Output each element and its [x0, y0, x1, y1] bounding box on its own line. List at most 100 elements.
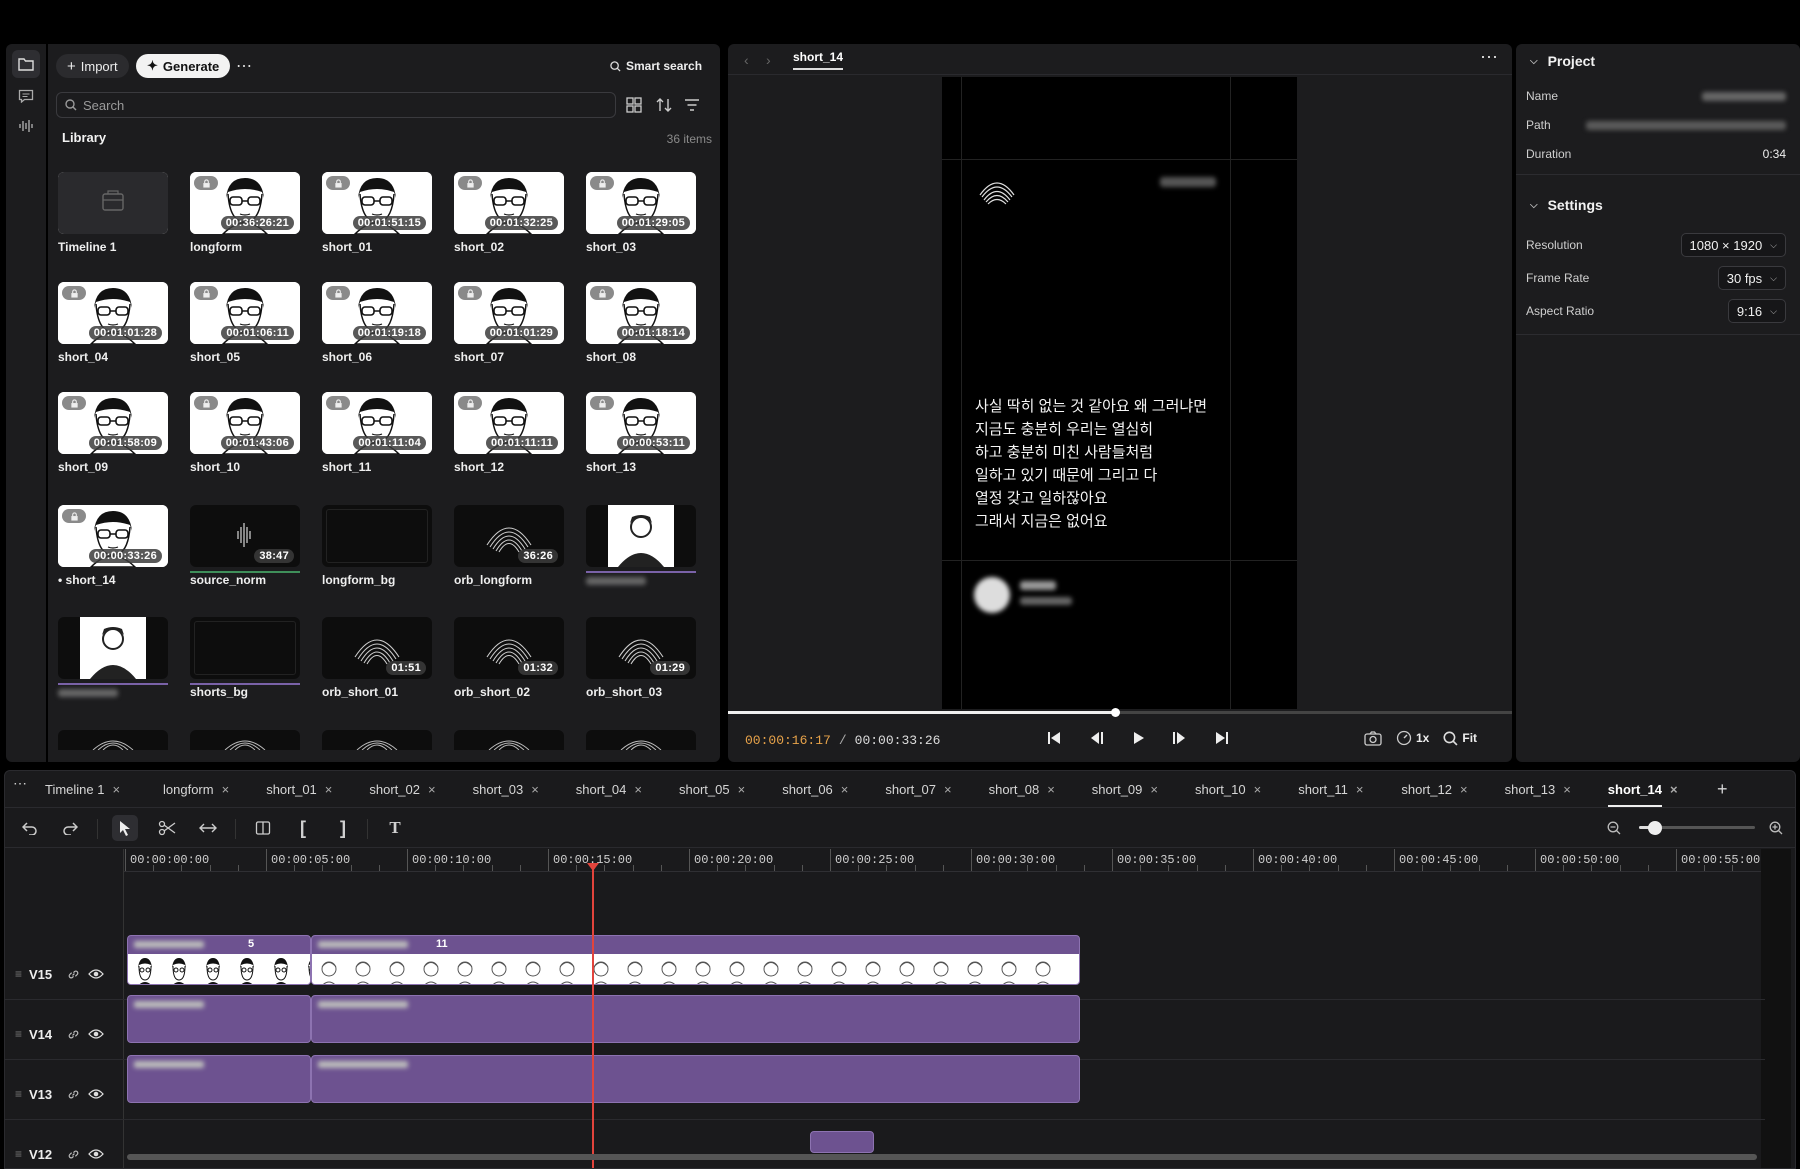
library-tile[interactable]: 00:01:51:15 short_01: [322, 172, 432, 254]
resolution-select[interactable]: 1080 × 1920 ⌵: [1680, 233, 1786, 257]
library-tile[interactable]: 01:29 orb_short_03: [586, 617, 696, 699]
back-icon[interactable]: ‹: [744, 52, 749, 68]
library-tile[interactable]: 01:51 orb_short_01: [322, 617, 432, 699]
add-tab-button[interactable]: +: [1717, 777, 1728, 801]
playhead-handle[interactable]: [587, 863, 600, 871]
zoom-out-icon[interactable]: [1607, 821, 1621, 840]
link-icon[interactable]: [67, 1148, 80, 1161]
library-tile[interactable]: 01:32 orb_short_02: [454, 617, 564, 699]
settings-section-header[interactable]: ⌵ Settings: [1530, 197, 1603, 213]
close-icon[interactable]: ×: [1047, 782, 1055, 797]
tab-short_13[interactable]: short_13 ×: [1505, 777, 1571, 801]
library-tile[interactable]: 00:01:06:11 short_05: [190, 282, 300, 364]
library-tile[interactable]: 00:01:19:18 short_06: [322, 282, 432, 364]
import-button[interactable]: + Import: [56, 54, 129, 78]
grid-view-icon[interactable]: [623, 94, 645, 116]
library-tile[interactable]: longform_bg: [322, 505, 432, 587]
library-tile[interactable]: [58, 617, 168, 700]
library-tile[interactable]: 00:01:29:05 short_03: [586, 172, 696, 254]
scrubber-handle[interactable]: [1110, 708, 1120, 717]
horizontal-scrollbar[interactable]: [127, 1154, 1757, 1160]
sort-icon[interactable]: [653, 94, 675, 116]
eye-icon[interactable]: [88, 1088, 104, 1100]
library-tile[interactable]: 00:01:11:11 short_12: [454, 392, 564, 474]
select-tool-icon[interactable]: [112, 815, 138, 841]
close-icon[interactable]: ×: [944, 782, 952, 797]
timeline-clip[interactable]: 11: [311, 935, 1080, 985]
tab-short_02[interactable]: short_02 ×: [369, 777, 435, 801]
orb-thumbnail[interactable]: [322, 730, 432, 750]
tab-short_04[interactable]: short_04 ×: [576, 777, 642, 801]
drag-handle-icon[interactable]: ≡: [15, 967, 22, 981]
search-input[interactable]: Search: [56, 92, 616, 118]
timeline-clip[interactable]: [810, 1131, 874, 1153]
eye-icon[interactable]: [88, 1028, 104, 1040]
close-icon[interactable]: ×: [738, 782, 746, 797]
library-tile[interactable]: shorts_bg: [190, 617, 300, 699]
skip-end-icon[interactable]: [1214, 730, 1230, 746]
close-icon[interactable]: ×: [531, 782, 539, 797]
eye-icon[interactable]: [88, 968, 104, 980]
timeline-clip[interactable]: [311, 995, 1080, 1043]
drag-handle-icon[interactable]: ≡: [15, 1087, 22, 1101]
library-tile[interactable]: 00:01:32:25 short_02: [454, 172, 564, 254]
slip-tool-icon[interactable]: [195, 815, 221, 841]
forward-icon[interactable]: ›: [766, 52, 771, 68]
split-icon[interactable]: [250, 815, 276, 841]
close-icon[interactable]: ×: [1356, 782, 1364, 797]
library-tile[interactable]: [586, 505, 696, 588]
library-tile[interactable]: 00:01:11:04 short_11: [322, 392, 432, 474]
zoom-slider[interactable]: [1639, 821, 1755, 835]
close-icon[interactable]: ×: [634, 782, 642, 797]
redo-icon[interactable]: [57, 815, 83, 841]
library-tile[interactable]: 00:00:33:26 • short_14: [58, 505, 168, 587]
zoom-slider-handle[interactable]: [1648, 821, 1663, 835]
eye-icon[interactable]: [88, 1148, 104, 1160]
frame-rate-select[interactable]: 30 fps ⌵: [1717, 266, 1786, 290]
tab-short_03[interactable]: short_03 ×: [473, 777, 539, 801]
step-back-icon[interactable]: [1088, 730, 1104, 746]
orb-thumbnail[interactable]: [190, 730, 300, 750]
scrubber-track[interactable]: [728, 708, 1512, 717]
close-icon[interactable]: ×: [1460, 782, 1468, 797]
vertical-scrollbar[interactable]: [1761, 849, 1791, 1168]
library-tile[interactable]: 00:01:18:14 short_08: [586, 282, 696, 364]
playhead[interactable]: [587, 863, 600, 1168]
link-icon[interactable]: [67, 1028, 80, 1041]
close-icon[interactable]: ×: [1254, 782, 1262, 797]
tab-short_10[interactable]: short_10 ×: [1195, 777, 1261, 801]
waveform-icon[interactable]: [12, 112, 40, 140]
library-tile[interactable]: 00:01:01:28 short_04: [58, 282, 168, 364]
timeline-clip[interactable]: [311, 1055, 1080, 1103]
link-icon[interactable]: [67, 1088, 80, 1101]
folder-icon[interactable]: [12, 50, 40, 78]
timeline-clip[interactable]: [127, 1055, 311, 1103]
orb-thumbnail[interactable]: [454, 730, 564, 750]
link-icon[interactable]: [67, 968, 80, 981]
razor-tool-icon[interactable]: [154, 815, 180, 841]
drag-handle-icon[interactable]: ≡: [15, 1147, 22, 1161]
tab-short_11[interactable]: short_11 ×: [1298, 777, 1363, 801]
orb-thumbnail[interactable]: [58, 730, 168, 750]
close-icon[interactable]: ×: [325, 782, 333, 797]
close-icon[interactable]: ×: [112, 782, 120, 797]
library-tile[interactable]: 00:01:01:29 short_07: [454, 282, 564, 364]
tab-short_07[interactable]: short_07 ×: [885, 777, 951, 801]
camera-icon[interactable]: [1364, 730, 1382, 746]
viewer-tab[interactable]: short_14: [793, 50, 844, 70]
library-tile[interactable]: 36:26 orb_longform: [454, 505, 564, 587]
tab-short_01[interactable]: short_01 ×: [266, 777, 332, 801]
close-icon[interactable]: ×: [1150, 782, 1158, 797]
zoom-in-icon[interactable]: [1769, 821, 1783, 840]
generate-button[interactable]: ✦ Generate: [136, 54, 231, 78]
text-tool-icon[interactable]: T: [382, 815, 408, 841]
project-section-header[interactable]: ⌵ Project: [1530, 53, 1595, 69]
tab-short_12[interactable]: short_12 ×: [1401, 777, 1467, 801]
library-tile[interactable]: Timeline 1: [58, 172, 168, 254]
library-tile[interactable]: 00:01:58:09 short_09: [58, 392, 168, 474]
undo-icon[interactable]: [17, 815, 43, 841]
aspect-ratio-select[interactable]: 9:16 ⌵: [1727, 299, 1786, 323]
close-icon[interactable]: ×: [428, 782, 436, 797]
close-icon[interactable]: ×: [1563, 782, 1571, 797]
step-forward-icon[interactable]: [1172, 730, 1188, 746]
